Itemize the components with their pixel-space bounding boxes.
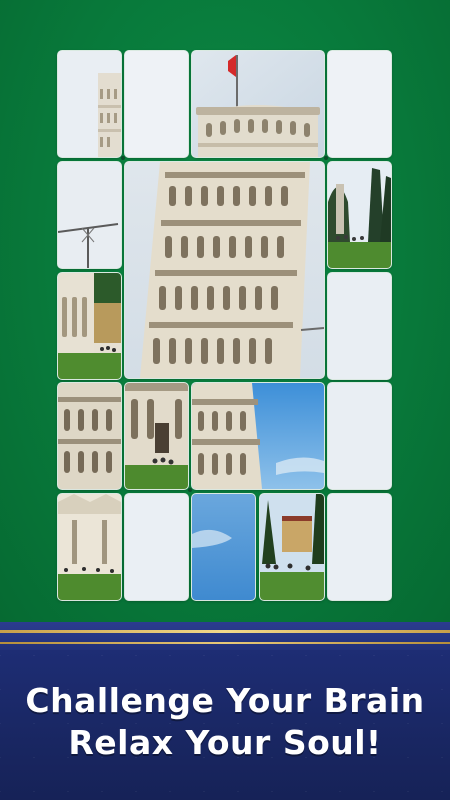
puzzle-tile[interactable]	[125, 162, 324, 378]
puzzle-tile[interactable]	[125, 494, 188, 600]
puzzle-tile[interactable]	[192, 494, 255, 600]
grid-dot	[188, 488, 192, 492]
puzzle-tile[interactable]	[328, 162, 391, 268]
gold-trim-line	[0, 630, 450, 633]
banner-top-band	[0, 622, 450, 650]
puzzle-tile[interactable]	[58, 51, 121, 157]
puzzle-tile[interactable]	[260, 494, 324, 600]
promo-banner: Challenge Your Brain Relax Your Soul!	[0, 622, 450, 800]
puzzle-tile[interactable]	[328, 51, 391, 157]
puzzle-tile[interactable]	[192, 51, 324, 157]
puzzle-tile[interactable]	[125, 51, 188, 157]
puzzle-tile[interactable]	[58, 494, 121, 600]
puzzle-tile[interactable]	[58, 162, 121, 268]
tagline-line-1: Challenge Your Brain	[25, 681, 425, 720]
puzzle-board	[0, 0, 450, 622]
tagline-line-2: Relax Your Soul!	[68, 723, 382, 762]
gold-trim-line	[0, 642, 450, 644]
puzzle-tile[interactable]	[125, 383, 188, 489]
grid-dot	[121, 156, 125, 160]
puzzle-tile[interactable]	[58, 273, 121, 379]
puzzle-tile[interactable]	[328, 383, 391, 489]
puzzle-tile[interactable]	[328, 273, 391, 379]
puzzle-tile[interactable]	[328, 494, 391, 600]
puzzle-tile[interactable]	[192, 383, 324, 489]
grid-dot	[324, 156, 328, 160]
tagline-block: Challenge Your Brain Relax Your Soul!	[0, 680, 450, 764]
puzzle-tile[interactable]	[58, 383, 121, 489]
